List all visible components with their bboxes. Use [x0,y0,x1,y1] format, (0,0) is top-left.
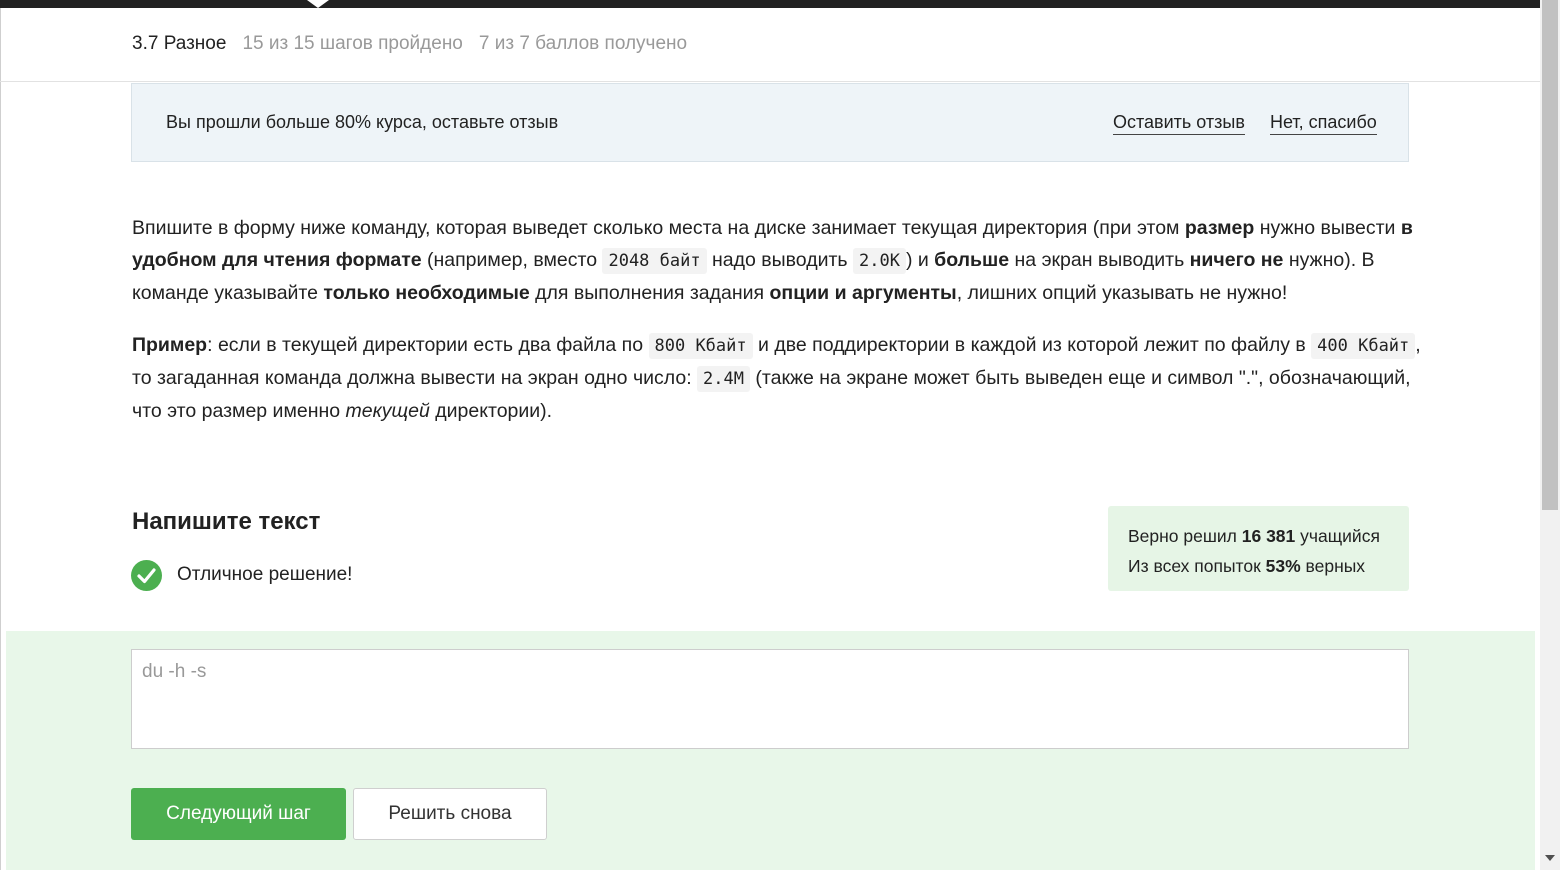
bold-text: опции и аргументы [769,282,957,304]
solve-stats: Верно решил 16 381 учащийся Из всех попы… [1108,506,1409,591]
code-snippet: 400 Кбайт [1311,333,1416,359]
review-banner: Вы прошли больше 80% курса, оставьте отз… [131,83,1409,162]
stats-rate-post: верных [1300,556,1366,576]
stats-rate-value: 53% [1265,556,1301,576]
vertical-scrollbar[interactable] [1540,0,1560,870]
stats-solved-post: учащийся [1295,526,1380,546]
solve-again-button[interactable]: Решить снова [353,788,547,840]
no-thanks-link[interactable]: Нет, спасибо [1270,112,1377,135]
answer-section: du -h -s Следующий шаг Решить снова [6,631,1535,870]
code-snippet: 800 Кбайт [648,333,753,359]
stats-solved-pre: Верно решил [1128,526,1242,546]
code-snippet: 2048 байт [602,248,707,274]
scrollbar-thumb[interactable] [1542,0,1558,510]
stats-solved-count: 16 381 [1241,526,1296,546]
check-circle-icon [131,560,162,591]
text-run: директории). [429,400,553,422]
text-run: для выполнения задания [529,282,770,304]
text-run: на экран выводить [1009,249,1190,271]
task-paragraph-1: Впишите в форму ниже команду, которая вы… [132,212,1422,309]
bold-text: больше [934,249,1010,271]
stats-rate-line: Из всех попыток 53% верных [1128,551,1409,581]
steps-progress: 15 из 15 шагов пройдено [242,33,463,54]
lesson-header: 3.7 Разное 15 из 15 шагов пройдено 7 из 7 … [0,8,1540,82]
answer-textarea[interactable]: du -h -s [131,649,1409,749]
text-run: надо выводить [706,249,853,271]
bold-text: размер [1184,217,1255,239]
review-message: Вы прошли больше 80% курса, оставьте отз… [166,112,559,132]
task-paragraph-2: Пример: если в текущей директории есть д… [132,329,1422,427]
code-snippet: 2.0K [852,248,906,274]
text-run: и две поддиректории в каждой из которой … [752,334,1312,356]
top-bar [0,0,1540,8]
bold-text: ничего не [1189,249,1284,271]
feedback-message: Отличное решение! [177,564,353,585]
text-run: нужно вывести [1254,217,1401,239]
italic-text: текущей [345,400,430,422]
bold-text: только необходимые [323,282,530,304]
stats-solved-line: Верно решил 16 381 учащийся [1128,521,1409,551]
left-border [0,8,1,870]
bold-text: Пример [132,334,208,356]
lesson-breadcrumb: 3.7 Разное 15 из 15 шагов пройдено 7 из 7 … [132,33,687,55]
code-snippet: 2.4M [697,366,750,392]
text-run: Впишите в форму ниже команду, которая вы… [132,217,1185,239]
active-step-notch [307,0,329,8]
text-run: ) и [905,249,935,271]
points-progress: 7 из 7 баллов получено [478,33,688,54]
text-run: (например, вместо [421,249,603,271]
scroll-down-arrow-icon[interactable] [1545,855,1555,861]
text-run: : если в текущей директории есть два фай… [207,334,649,356]
stats-rate-pre: Из всех попыток [1128,556,1266,576]
lesson-title[interactable]: 3.7 Разное [132,33,226,54]
leave-review-link[interactable]: Оставить отзыв [1113,112,1245,135]
text-run: , лишних опций указывать не нужно! [956,282,1288,304]
next-step-button[interactable]: Следующий шаг [131,788,346,840]
quiz-title: Напишите текст [132,508,321,535]
task-description: Впишите в форму ниже команду, которая вы… [132,212,1422,447]
